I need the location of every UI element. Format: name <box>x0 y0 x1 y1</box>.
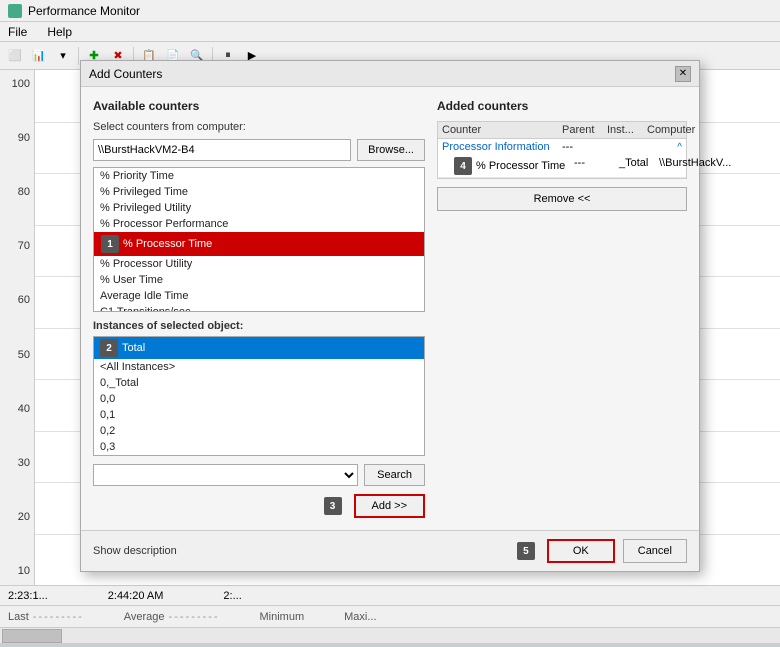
counter-item-proc-perf[interactable]: % Processor Performance <box>94 216 424 232</box>
group-expand-icon[interactable]: ^ <box>647 142 682 153</box>
dialog-title: Add Counters <box>89 67 162 81</box>
col-counter: Counter <box>442 124 562 136</box>
computer-select-input[interactable]: \\BurstHackVM2-B4 <box>93 139 351 161</box>
table-row[interactable]: 4% Processor Time --- _Total \\BurstHack… <box>438 155 686 177</box>
instance-item-00[interactable]: 0,0 <box>94 391 424 407</box>
right-panel: Added counters Counter Parent Inst... Co… <box>437 99 687 518</box>
row-parent: --- <box>574 157 619 175</box>
step1-badge: 1 <box>101 235 119 253</box>
computer-select-label: Select counters from computer: <box>93 121 246 133</box>
instance-item-02[interactable]: 0,2 <box>94 423 424 439</box>
search-input[interactable] <box>93 464 358 486</box>
counter-item-privileged[interactable]: % Privileged Time <box>94 184 424 200</box>
search-row: Search <box>93 464 425 486</box>
group-name: Processor Information <box>442 141 562 153</box>
dialog-body: Available counters Select counters from … <box>81 87 699 530</box>
counter-item-idle[interactable]: Average Idle Time <box>94 288 424 304</box>
dialog-close-button[interactable]: ✕ <box>675 66 691 82</box>
dialog-overlay: Add Counters ✕ Available counters Select… <box>0 0 780 615</box>
instance-item-total[interactable]: 2Total <box>94 337 424 359</box>
counter-list[interactable]: % Priority Time % Privileged Time % Priv… <box>93 167 425 312</box>
row-computer: \\BurstHackV... <box>659 157 731 175</box>
instances-label: Instances of selected object: <box>93 320 425 332</box>
step4-badge: 4 <box>454 157 472 175</box>
footer-buttons: 5 OK Cancel <box>517 539 687 563</box>
computer-select-row: Select counters from computer: <box>93 121 425 133</box>
added-counters-table: Counter Parent Inst... Computer Processo… <box>437 121 687 179</box>
instance-item-0total[interactable]: 0,_Total <box>94 375 424 391</box>
computer-input-row: \\BurstHackVM2-B4 Browse... <box>93 139 425 161</box>
col-computer: Computer <box>647 124 695 136</box>
table-header: Counter Parent Inst... Computer <box>438 122 686 139</box>
action-row: 3 Add >> <box>93 494 425 518</box>
instances-list[interactable]: 2Total <All Instances> 0,_Total 0,0 0,1 … <box>93 336 425 456</box>
step3-badge: 3 <box>324 497 342 515</box>
counter-item-user-time[interactable]: % User Time <box>94 272 424 288</box>
added-counters-title: Added counters <box>437 99 687 113</box>
instance-item-01[interactable]: 0,1 <box>94 407 424 423</box>
table-group-processor: Processor Information --- ^ 4% Processor… <box>438 139 686 178</box>
counter-item-proc-time[interactable]: 1% Processor Time <box>94 232 424 256</box>
left-panel: Available counters Select counters from … <box>93 99 437 518</box>
scrollbar-thumb[interactable] <box>2 629 62 643</box>
counter-item-c1[interactable]: C1 Transitions/sec <box>94 304 424 312</box>
available-counters-title: Available counters <box>93 99 425 113</box>
counter-item-priority[interactable]: % Priority Time <box>94 168 424 184</box>
table-group-header: Processor Information --- ^ <box>438 139 686 155</box>
instance-item-03[interactable]: 0,3 <box>94 439 424 455</box>
ok-button[interactable]: OK <box>547 539 615 563</box>
show-description-toggle[interactable]: Show description <box>93 545 177 557</box>
cancel-button[interactable]: Cancel <box>623 539 687 563</box>
scrollbar-area[interactable] <box>0 627 780 643</box>
group-parent: --- <box>562 141 607 153</box>
add-counters-dialog: Add Counters ✕ Available counters Select… <box>80 60 700 572</box>
step2-badge: 2 <box>100 339 118 357</box>
instance-item-all[interactable]: <All Instances> <box>94 359 424 375</box>
step5-badge: 5 <box>517 542 535 560</box>
row-instance: _Total <box>619 157 659 175</box>
add-button[interactable]: Add >> <box>354 494 425 518</box>
browse-button[interactable]: Browse... <box>357 139 425 161</box>
counter-item-proc-util[interactable]: % Processor Utility <box>94 256 424 272</box>
search-button[interactable]: Search <box>364 464 425 486</box>
dialog-titlebar: Add Counters ✕ <box>81 61 699 87</box>
dialog-footer: Show description 5 OK Cancel <box>81 530 699 571</box>
col-parent: Parent <box>562 124 607 136</box>
col-instance: Inst... <box>607 124 647 136</box>
remove-button[interactable]: Remove << <box>437 187 687 211</box>
counter-item-privileged-util[interactable]: % Privileged Utility <box>94 200 424 216</box>
row-counter: 4% Processor Time <box>454 157 574 175</box>
